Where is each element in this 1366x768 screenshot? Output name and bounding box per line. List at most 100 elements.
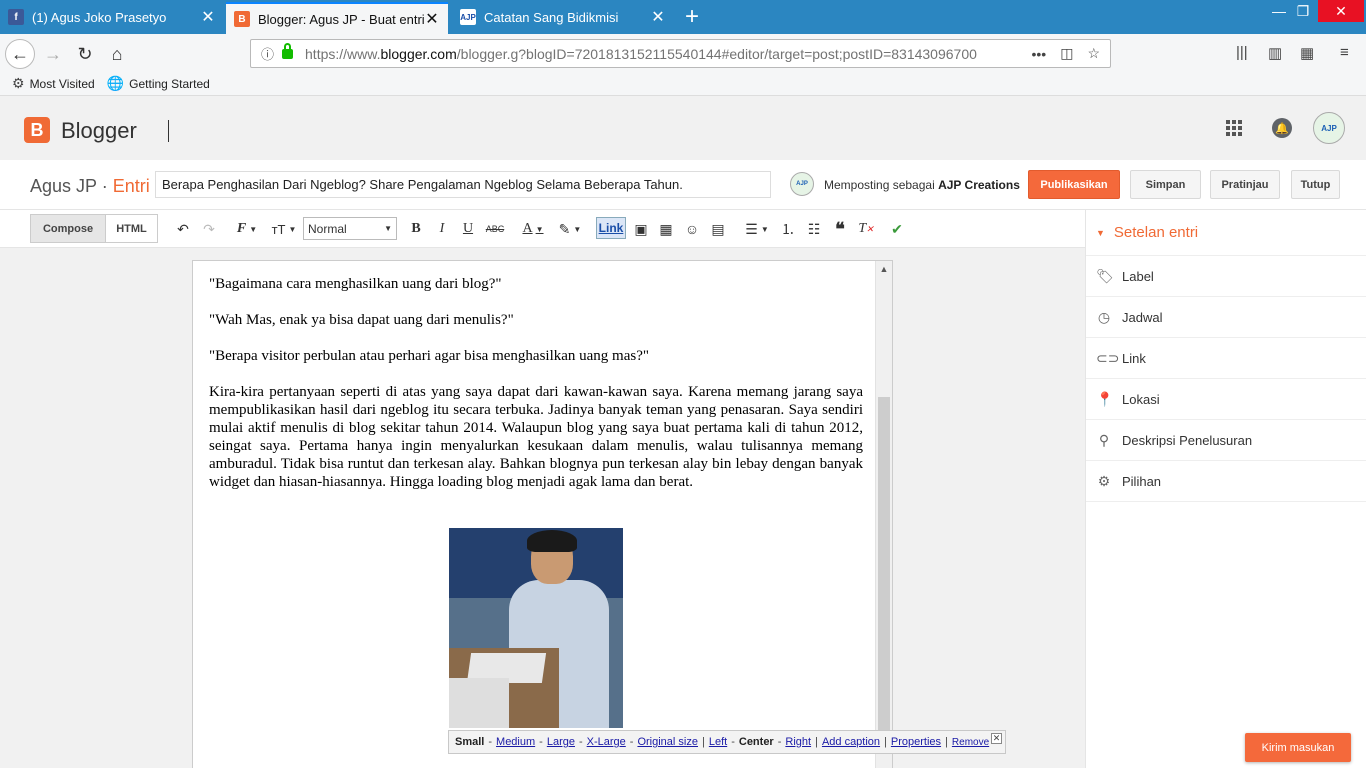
text-color-icon[interactable]: A ▼ [518,219,548,239]
info-icon[interactable]: ⓘ [261,44,274,63]
sidebar-item-pilihan[interactable]: ⚙ Pilihan [1086,461,1366,502]
remove-formatting-icon[interactable]: T ✕ [857,219,875,239]
browser-tab-blogger[interactable]: B Blogger: Agus JP - Buat entri ✕ [226,2,448,34]
insert-video-icon[interactable]: ▦ [656,219,676,239]
notifications-bell-icon[interactable]: 🔔 [1272,118,1292,138]
font-family-icon[interactable]: F ▼ [232,219,262,239]
font-size-icon[interactable]: тT ▼ [268,219,300,239]
bookmark-star-icon[interactable]: ☆ [1087,45,1100,62]
lock-icon [282,42,294,59]
size-medium-link[interactable]: Medium [496,736,535,748]
library-icon[interactable]: ||| [1236,44,1248,61]
quote-icon[interactable]: ❝ [831,219,849,239]
question-3: "Berapa visitor perbulan atau perhari ag… [209,348,650,364]
sidebar-item-lokasi[interactable]: 📍 Lokasi [1086,379,1366,420]
size-original-link[interactable]: Original size [637,736,698,748]
emoji-icon[interactable]: ☺ [682,219,702,239]
insert-image-icon[interactable]: ▣ [631,219,651,239]
paragraph-format-select[interactable]: Normal ▼ [303,217,397,240]
breadcrumb-section: Entri [112,176,150,196]
bullet-list-icon[interactable]: ☷ [805,219,823,239]
author-name: AJP Creations [938,178,1020,192]
send-feedback-button[interactable]: Kirim masukan [1245,733,1351,762]
editor-scrollbar[interactable]: ▲ [875,261,892,768]
undo-icon[interactable]: ↶ [174,219,192,239]
add-caption-link[interactable]: Add caption [822,736,880,748]
forward-button[interactable]: → [38,39,68,69]
close-tab-icon[interactable]: ✕ [650,7,666,27]
post-body-editor[interactable]: "Bagaimana cara menghasilkan uang dari b… [192,260,893,768]
post-body-content[interactable]: "Bagaimana cara menghasilkan uang dari b… [209,275,863,509]
align-right-link[interactable]: Right [785,736,811,748]
tab-compose[interactable]: Compose [30,214,106,243]
jump-break-icon[interactable]: ▤ [708,219,728,239]
bookmark-most-visited[interactable]: ⚙ Most Visited [12,75,95,92]
remove-image-link[interactable]: Remove [952,737,989,748]
sidebar-toggle-icon[interactable]: ▥ [1268,44,1282,62]
gear-icon: ⚙ [12,75,25,91]
bookmark-getting-started[interactable]: 🌐 Getting Started [107,75,210,92]
back-button[interactable]: ← [5,39,35,69]
blogger-logo-icon[interactable]: B [24,117,50,143]
sidebar-item-jadwal[interactable]: ◷ Jadwal [1086,297,1366,338]
paragraph-1: Kira-kira pertanyaan seperti di atas yan… [209,384,863,490]
bookmark-label: Getting Started [129,76,210,91]
sidebar-item-label[interactable]: 🏷 Label [1086,256,1366,297]
close-button[interactable]: Tutup [1291,170,1340,199]
extension-icon[interactable]: ▦ [1300,44,1314,62]
sidebar-item-deskripsi[interactable]: ⚲ Deskripsi Penelusuran [1086,420,1366,461]
tab-title: Catatan Sang Bidikmisi [484,9,619,25]
pocket-icon[interactable]: ◫ [1060,45,1073,62]
link-icon: ⊂⊃ [1096,349,1120,366]
highlight-color-icon[interactable]: ✎ ▼ [555,219,585,239]
scroll-up-icon[interactable]: ▲ [876,264,892,274]
publish-button[interactable]: Publikasikan [1028,170,1120,199]
window-close-button[interactable]: ✕ [1318,0,1364,22]
scrollbar-thumb[interactable] [878,397,890,737]
page-actions-icon[interactable]: ••• [1031,46,1046,62]
tab-html[interactable]: HTML [105,214,158,243]
location-pin-icon: 📍 [1096,390,1114,407]
sidebar-item-text: Deskripsi Penelusuran [1122,432,1253,448]
address-bar[interactable]: ⓘ https://www.blogger.com/blogger.g?blog… [250,39,1111,68]
account-avatar[interactable]: AJP [1313,112,1345,144]
align-center[interactable]: Center [739,736,774,748]
sidebar-item-link[interactable]: ⊂⊃ Link [1086,338,1366,379]
facebook-icon: f [8,9,24,25]
size-large-link[interactable]: Large [547,736,575,748]
blog-name[interactable]: Agus JP [30,176,97,196]
save-button[interactable]: Simpan [1130,170,1201,199]
post-settings-header[interactable]: ▼ Setelan entri [1086,210,1366,256]
post-photo[interactable] [449,528,623,728]
reload-button[interactable]: ↻ [70,39,100,69]
hamburger-menu-icon[interactable]: ≡ [1340,44,1349,61]
preview-button[interactable]: Pratinjau [1210,170,1280,199]
app-name[interactable]: Blogger [61,118,137,144]
underline-icon[interactable]: U [460,219,476,239]
post-settings-sidebar: ▼ Setelan entri 🏷 Label ◷ Jadwal ⊂⊃ Link… [1085,210,1366,768]
align-left-link[interactable]: Left [709,736,727,748]
italic-icon[interactable]: I [434,219,450,239]
spellcheck-icon[interactable]: ✔ [888,219,906,239]
browser-tab-catatan[interactable]: AJP Catatan Sang Bidikmisi ✕ [452,0,674,34]
link-button[interactable]: Link [596,217,626,239]
home-button[interactable]: ⌂ [102,39,132,69]
apps-grid-icon[interactable] [1226,120,1242,136]
numbered-list-icon[interactable]: ⒈ [779,219,797,239]
properties-link[interactable]: Properties [891,736,941,748]
browser-tab-facebook[interactable]: f (1) Agus Joko Prasetyo ✕ [0,0,224,34]
size-small[interactable]: Small [455,736,484,748]
arrow-left-icon: ← [11,43,29,64]
alignment-icon[interactable]: ☰ ▼ [742,219,772,239]
strikethrough-icon[interactable]: ABC [485,219,505,239]
close-tab-icon[interactable]: ✕ [424,9,440,29]
close-icon[interactable]: ✕ [991,733,1002,744]
url-text[interactable]: https://www.blogger.com/blogger.g?blogID… [305,46,1017,62]
post-title-input[interactable] [155,171,771,198]
sidebar-title: Setelan entri [1113,224,1199,241]
close-tab-icon[interactable]: ✕ [200,7,216,27]
size-xlarge-link[interactable]: X-Large [587,736,626,748]
redo-icon[interactable]: ↷ [200,219,218,239]
bold-icon[interactable]: B [408,219,424,239]
new-tab-button[interactable]: + [676,0,708,34]
